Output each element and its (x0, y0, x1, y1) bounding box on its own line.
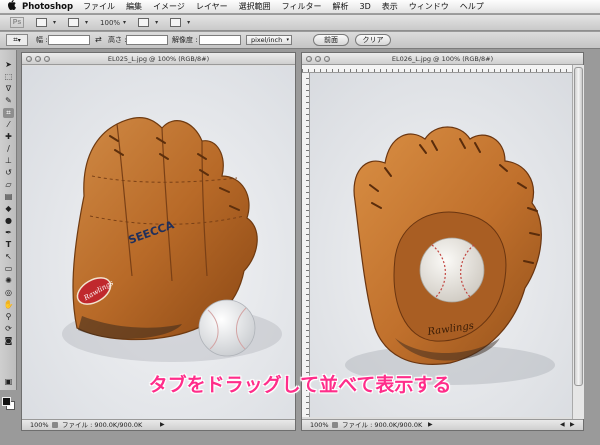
rotate-view-tool-icon[interactable]: ⟳ (3, 324, 14, 334)
menu-bar: Photoshop ファイル 編集 イメージ レイヤー 選択範囲 フィルター 解… (0, 0, 600, 14)
application-bar: Ps ▾ ▾ 100% ▾ ▾ ▾ (0, 15, 600, 31)
width-label: 幅 : (36, 36, 48, 44)
close-window-icon[interactable] (26, 56, 32, 62)
document-title-left: EL025_L.jpg @ 100% (RGB/8#) (107, 55, 210, 63)
document-tab-left[interactable]: EL025_L.jpg @ 100% (RGB/8#) (22, 53, 295, 65)
resolution-unit-value: pixel/inch (251, 36, 283, 44)
zoom-tool-icon[interactable]: ⚲ (3, 312, 14, 322)
resolution-label: 解像度 : (172, 36, 198, 44)
clone-stamp-tool-icon[interactable]: ⊥ (3, 156, 14, 166)
zoom-window-icon[interactable] (324, 56, 330, 62)
marquee-tool-icon[interactable]: ⬚ (3, 72, 14, 82)
3d-orbit-tool-icon[interactable]: ◎ (3, 288, 14, 298)
instruction-caption: タブをドラッグして並べて表示する (148, 374, 452, 396)
apple-icon[interactable] (0, 0, 22, 13)
quick-select-tool-icon[interactable]: ✎ (3, 96, 14, 106)
width-field[interactable] (48, 35, 90, 45)
type-tool-icon[interactable]: T (3, 240, 14, 250)
status-bar-left: 100% ファイル : 900.0K/900.0K ▶ (22, 419, 295, 430)
height-label: 高さ : (108, 36, 127, 44)
swap-dimensions-icon[interactable]: ⇄ (95, 35, 102, 44)
screen-mode-button[interactable]: ▾ (170, 17, 190, 28)
menu-edit[interactable]: 編集 (126, 1, 142, 12)
vertical-scrollbar[interactable] (572, 65, 584, 419)
menu-image[interactable]: イメージ (153, 1, 185, 12)
crop-tool-icon[interactable]: ⌗ (3, 108, 14, 118)
gradient-tool-icon[interactable]: ▤ (3, 192, 14, 202)
scrollbar-thumb[interactable] (574, 67, 583, 386)
history-brush-tool-icon[interactable]: ↺ (3, 168, 14, 178)
eyedropper-tool-icon[interactable]: ⁄ (3, 120, 14, 130)
scroll-left-arrow-icon[interactable]: ◀ (560, 420, 565, 430)
blur-tool-icon[interactable]: ◆ (3, 204, 14, 214)
zoom-level-value: 100% (100, 18, 121, 27)
menu-window[interactable]: ウィンドウ (409, 1, 449, 12)
scroll-right-arrow-icon[interactable]: ▶ (570, 420, 575, 430)
healing-brush-tool-icon[interactable]: ✚ (3, 132, 14, 142)
document-tab-right[interactable]: EL026_L.jpg @ 100% (RGB/8#) (302, 53, 583, 65)
file-size-readout-left: ファイル : 900.0K/900.0K (62, 421, 143, 429)
crop-tool-preset-picker[interactable]: ⌗ ▾ (6, 34, 28, 46)
vertical-ruler[interactable] (302, 73, 310, 417)
app-name-menu[interactable]: Photoshop (22, 2, 73, 12)
resolution-unit-select[interactable]: pixel/inch ▾ (246, 35, 292, 45)
dodge-tool-icon[interactable]: ● (3, 216, 14, 226)
close-window-icon[interactable] (306, 56, 312, 62)
pen-tool-icon[interactable]: ✒ (3, 228, 14, 238)
menu-layer[interactable]: レイヤー (196, 1, 228, 12)
menu-filter[interactable]: フィルター (282, 1, 322, 12)
status-bar-right: 100% ファイル : 900.0K/900.0K ▶ ◀ ▶ (302, 419, 583, 430)
eraser-tool-icon[interactable]: ▱ (3, 180, 14, 190)
zoom-readout-right[interactable]: 100% (310, 420, 329, 430)
menu-3d[interactable]: 3D (360, 2, 371, 11)
zoom-level-select[interactable]: 100% ▾ (100, 17, 126, 28)
zoom-readout-left[interactable]: 100% (30, 420, 49, 430)
extras-button[interactable]: ▾ (68, 17, 88, 28)
path-select-tool-icon[interactable]: ↖ (3, 252, 14, 262)
image-canvas-left[interactable]: SEECCA Rawlings (22, 66, 295, 419)
launch-bridge-button[interactable]: ▾ (36, 17, 56, 28)
tools-panel: ➤ ⬚ ᐁ ✎ ⌗ ⁄ ✚ ∕ ⊥ ↺ ▱ ▤ ◆ ● ✒ T ↖ ▭ ✺ ◎ … (0, 50, 17, 410)
horizontal-ruler[interactable] (302, 65, 572, 73)
zoom-window-icon[interactable] (44, 56, 50, 62)
document-title-right: EL026_L.jpg @ 100% (RGB/8#) (391, 55, 494, 63)
move-tool-icon[interactable]: ➤ (3, 60, 14, 70)
arrange-documents-button[interactable]: ▾ (138, 17, 158, 28)
lasso-tool-icon[interactable]: ᐁ (3, 84, 14, 94)
hand-tool-icon[interactable]: ✋ (3, 300, 14, 310)
3d-rotate-tool-icon[interactable]: ✺ (3, 276, 14, 286)
foreground-color-swatch[interactable] (2, 397, 11, 406)
menu-help[interactable]: ヘルプ (460, 1, 484, 12)
status-icon (52, 422, 58, 428)
minimize-window-icon[interactable] (35, 56, 41, 62)
minimize-window-icon[interactable] (315, 56, 321, 62)
options-bar: ⌗ ▾ 幅 : ⇄ 高さ : 解像度 : pixel/inch ▾ 前面 クリア (0, 32, 600, 49)
brush-tool-icon[interactable]: ∕ (3, 144, 14, 154)
quick-mask-icon[interactable]: ◙ (3, 336, 14, 346)
front-image-button[interactable]: 前面 (313, 34, 349, 46)
menu-file[interactable]: ファイル (83, 1, 115, 12)
image-canvas-right[interactable]: Rawlings (310, 73, 572, 417)
menu-analysis[interactable]: 解析 (333, 1, 349, 12)
photoshop-logo: Ps (10, 17, 24, 28)
status-menu-arrow-icon[interactable]: ▶ (160, 420, 165, 430)
status-icon (332, 422, 338, 428)
status-menu-arrow-icon[interactable]: ▶ (428, 420, 433, 430)
file-size-readout-right: ファイル : 900.0K/900.0K (342, 421, 423, 429)
clear-button[interactable]: クリア (355, 34, 391, 46)
menu-select[interactable]: 選択範囲 (239, 1, 271, 12)
menu-view[interactable]: 表示 (382, 1, 398, 12)
resolution-field[interactable] (199, 35, 241, 45)
height-field[interactable] (126, 35, 168, 45)
shape-tool-icon[interactable]: ▭ (3, 264, 14, 274)
